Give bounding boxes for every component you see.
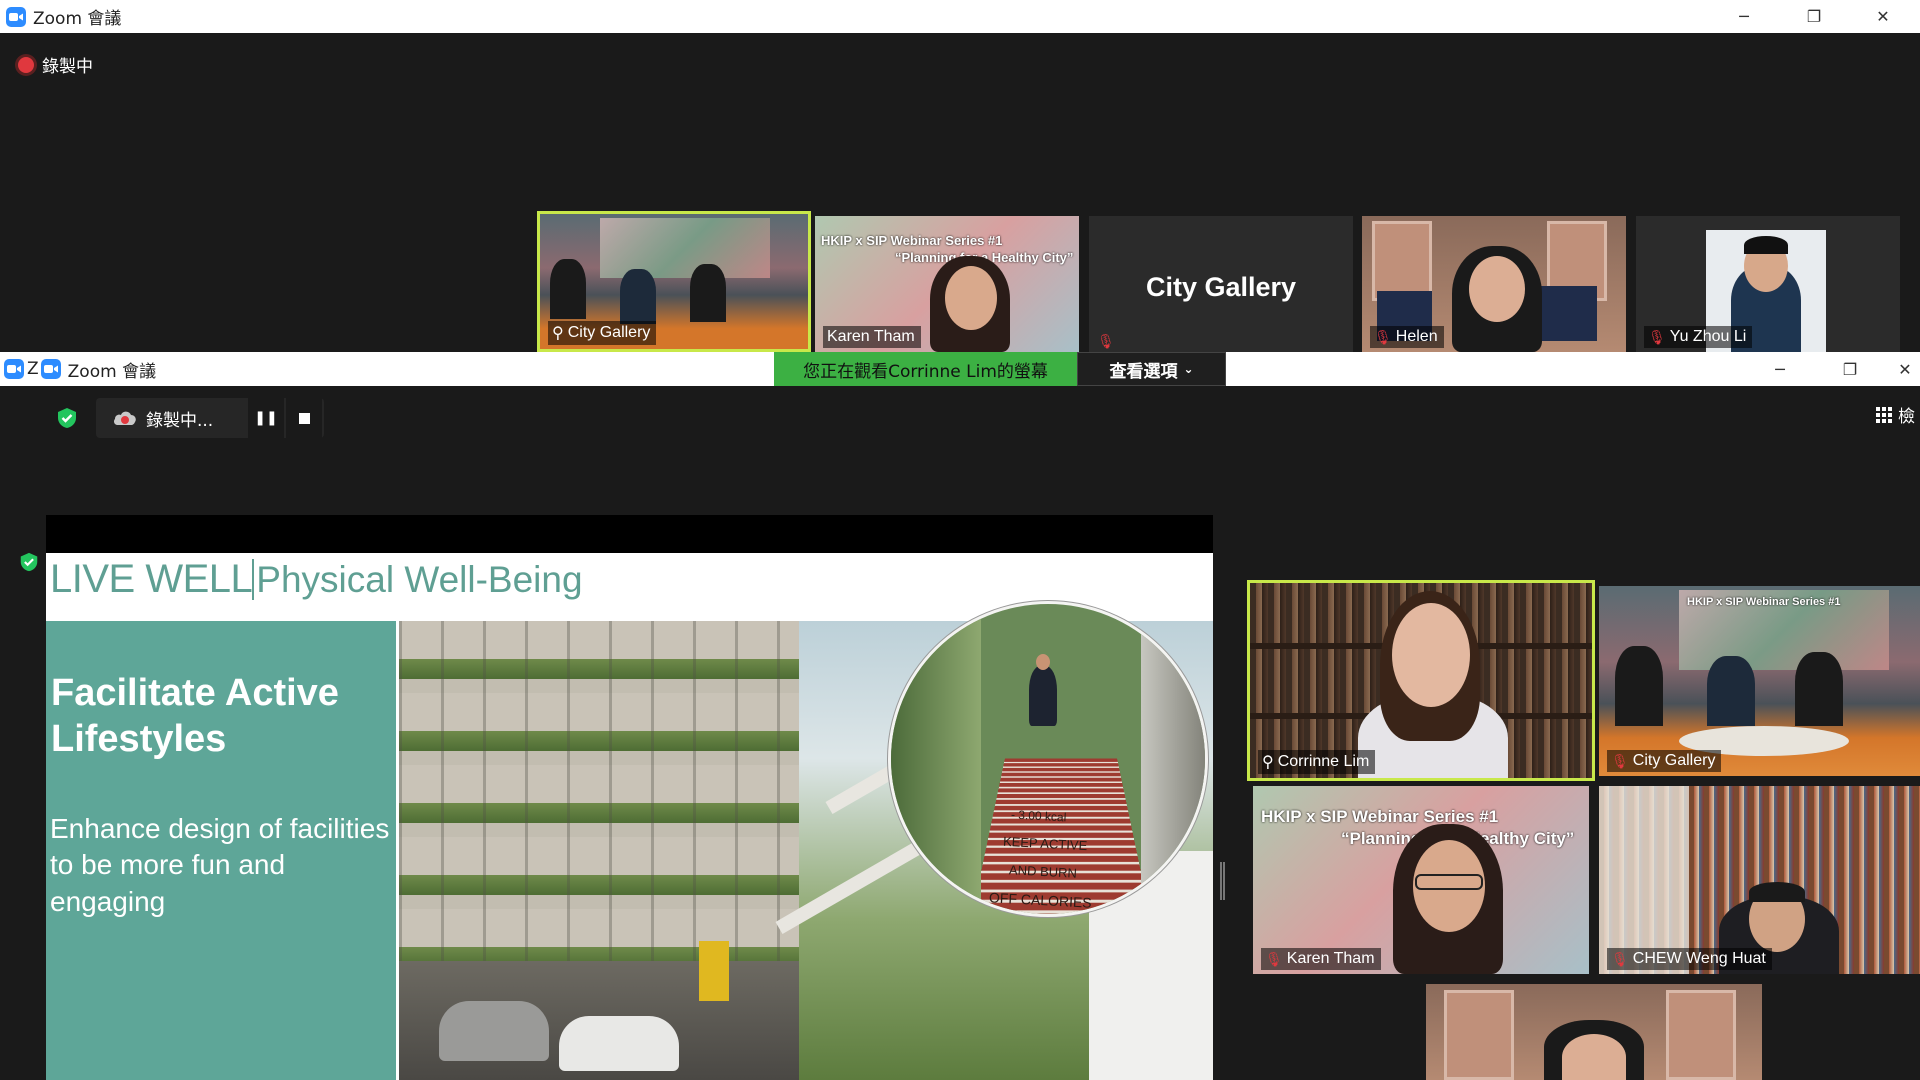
participant-helen[interactable] — [1426, 984, 1762, 1080]
pin-icon: ⚲ — [552, 325, 564, 342]
view-options-button[interactable]: 查看選項 ⌄ — [1077, 352, 1226, 386]
mic-muted-icon: 🎙 — [1611, 752, 1629, 769]
back-window-title: Zoom 會議 — [33, 9, 122, 29]
stop-recording-button[interactable] — [286, 398, 322, 438]
participant-name-label: 🎙 Karen Tham — [1261, 948, 1381, 970]
security-shield-icon[interactable] — [55, 406, 79, 430]
viewing-banner-text: 您正在觀看Corrinne Lim的螢幕 — [803, 361, 1048, 382]
zoom-logo-icon — [4, 359, 24, 379]
view-options-label: 查看選項 — [1109, 361, 1178, 382]
participant-karen-tham[interactable]: HKIP x SIP Webinar Series #1 “Planning f… — [1253, 786, 1589, 974]
restore-button[interactable]: ❐ — [1786, 0, 1842, 33]
banner-line1: HKIP x SIP Webinar Series #1 — [1261, 807, 1499, 826]
thumb-karen-tham[interactable]: HKIP x SIP Webinar Series #1 “Planning f… — [815, 216, 1079, 352]
mic-muted-icon: 🎙 — [1097, 334, 1115, 350]
minimize-button[interactable]: ─ — [1716, 0, 1772, 33]
front-window-title: Zoom 會議 — [67, 361, 157, 382]
thumb-city-gallery[interactable]: ⚲ City Gallery — [537, 211, 811, 352]
record-dot-icon — [18, 56, 34, 73]
recording-status-label: 錄製中... — [146, 410, 214, 431]
thumb-city-gallery-text[interactable]: City Gallery 🎙 — [1089, 216, 1353, 352]
cloud-recording-control: 錄製中... ❚❚ — [96, 398, 324, 438]
recording-label: 錄製中 — [42, 57, 93, 77]
room-banner-text: HKIP x SIP Webinar Series #1 — [1687, 596, 1841, 608]
slide-section: Physical Well-Being — [252, 559, 583, 600]
chevron-down-icon: ⌄ — [1183, 362, 1194, 376]
pause-recording-button[interactable]: ❚❚ — [248, 398, 284, 438]
minimize-button[interactable]: ─ — [1752, 352, 1808, 386]
restore-button[interactable]: ❐ — [1822, 352, 1878, 386]
thumb-yu-zhou-li[interactable]: 🎙 Yu Zhou Li — [1636, 216, 1900, 352]
participant-name-label: ⚲ Corrinne Lim — [1258, 750, 1376, 774]
mic-muted-icon: 🎙 — [1648, 328, 1666, 345]
viewing-banner: 您正在觀看Corrinne Lim的螢幕 — [774, 352, 1077, 386]
stop-icon — [298, 412, 310, 424]
participant-corrinne-lim[interactable]: ⚲ Corrinne Lim — [1247, 580, 1595, 781]
split-view-handle[interactable] — [1220, 862, 1225, 900]
slide-teal-panel: Facilitate Active Lifestyles Enhance des… — [46, 621, 396, 1080]
pin-icon: ⚲ — [1262, 754, 1274, 771]
slide-body: LIVE WELL Physical Well-Being Facilitate … — [46, 553, 1213, 1080]
zoom-logo-icon — [6, 6, 26, 27]
gallery-view-button[interactable]: 檢 — [1876, 402, 1915, 427]
pause-icon: ❚❚ — [254, 410, 278, 426]
mic-muted-icon: 🎙 — [1611, 950, 1629, 967]
shared-screen-shield-icon — [18, 551, 40, 573]
participant-name-label: 🎙 City Gallery — [1607, 750, 1722, 772]
recording-indicator[interactable]: 錄製中 — [18, 52, 93, 77]
stair-text-1: - 3.00 kcal — [1010, 807, 1067, 825]
stairs-inset-image: - 3.00 kcal KEEP ACTIVE AND BURN OFF CAL… — [888, 601, 1208, 917]
thumb-name-label: 🎙 Yu Zhou Li — [1644, 326, 1753, 348]
slide-header: LIVE WELL Physical Well-Being — [50, 557, 583, 602]
back-window-titlebar: Zoom 會議 ─ ❐ ✕ — [0, 0, 1920, 33]
title-prefix: Z — [27, 359, 39, 379]
slide-subtitle: Enhance design of facilities to be more … — [50, 813, 390, 917]
thumb-helen[interactable]: 🎙 Helen — [1362, 216, 1626, 352]
participant-city-gallery[interactable]: HKIP x SIP Webinar Series #1 🎙 City Galle… — [1599, 586, 1920, 776]
close-button[interactable]: ✕ — [1855, 0, 1911, 33]
thumb-name-label: ⚲ City Gallery — [548, 321, 657, 345]
mic-muted-icon: 🎙 — [1374, 328, 1392, 345]
thumb-name-label: Karen Tham — [823, 326, 921, 348]
participant-name-label: 🎙 CHEW Weng Huat — [1607, 948, 1772, 970]
mic-muted-icon: 🎙 — [1265, 950, 1283, 967]
shared-screen-slide: LIVE WELL Physical Well-Being Facilitate … — [46, 515, 1213, 1080]
slide-brand: LIVE WELL — [50, 557, 253, 601]
grid-icon — [1876, 406, 1892, 423]
banner-line1: HKIP x SIP Webinar Series #1 — [821, 233, 1003, 248]
gallery-view-label: 檢 — [1898, 407, 1915, 427]
zoom-logo-icon — [40, 359, 61, 379]
slide-title: Facilitate Active Lifestyles — [51, 672, 339, 760]
participant-chew-weng-huat[interactable]: 🎙 CHEW Weng Huat — [1599, 786, 1920, 974]
close-button[interactable]: ✕ — [1890, 352, 1920, 386]
participant-text-name: City Gallery — [1145, 272, 1297, 302]
thumb-name-label: 🎙 Helen — [1370, 326, 1444, 348]
cloud-record-icon — [112, 409, 138, 427]
